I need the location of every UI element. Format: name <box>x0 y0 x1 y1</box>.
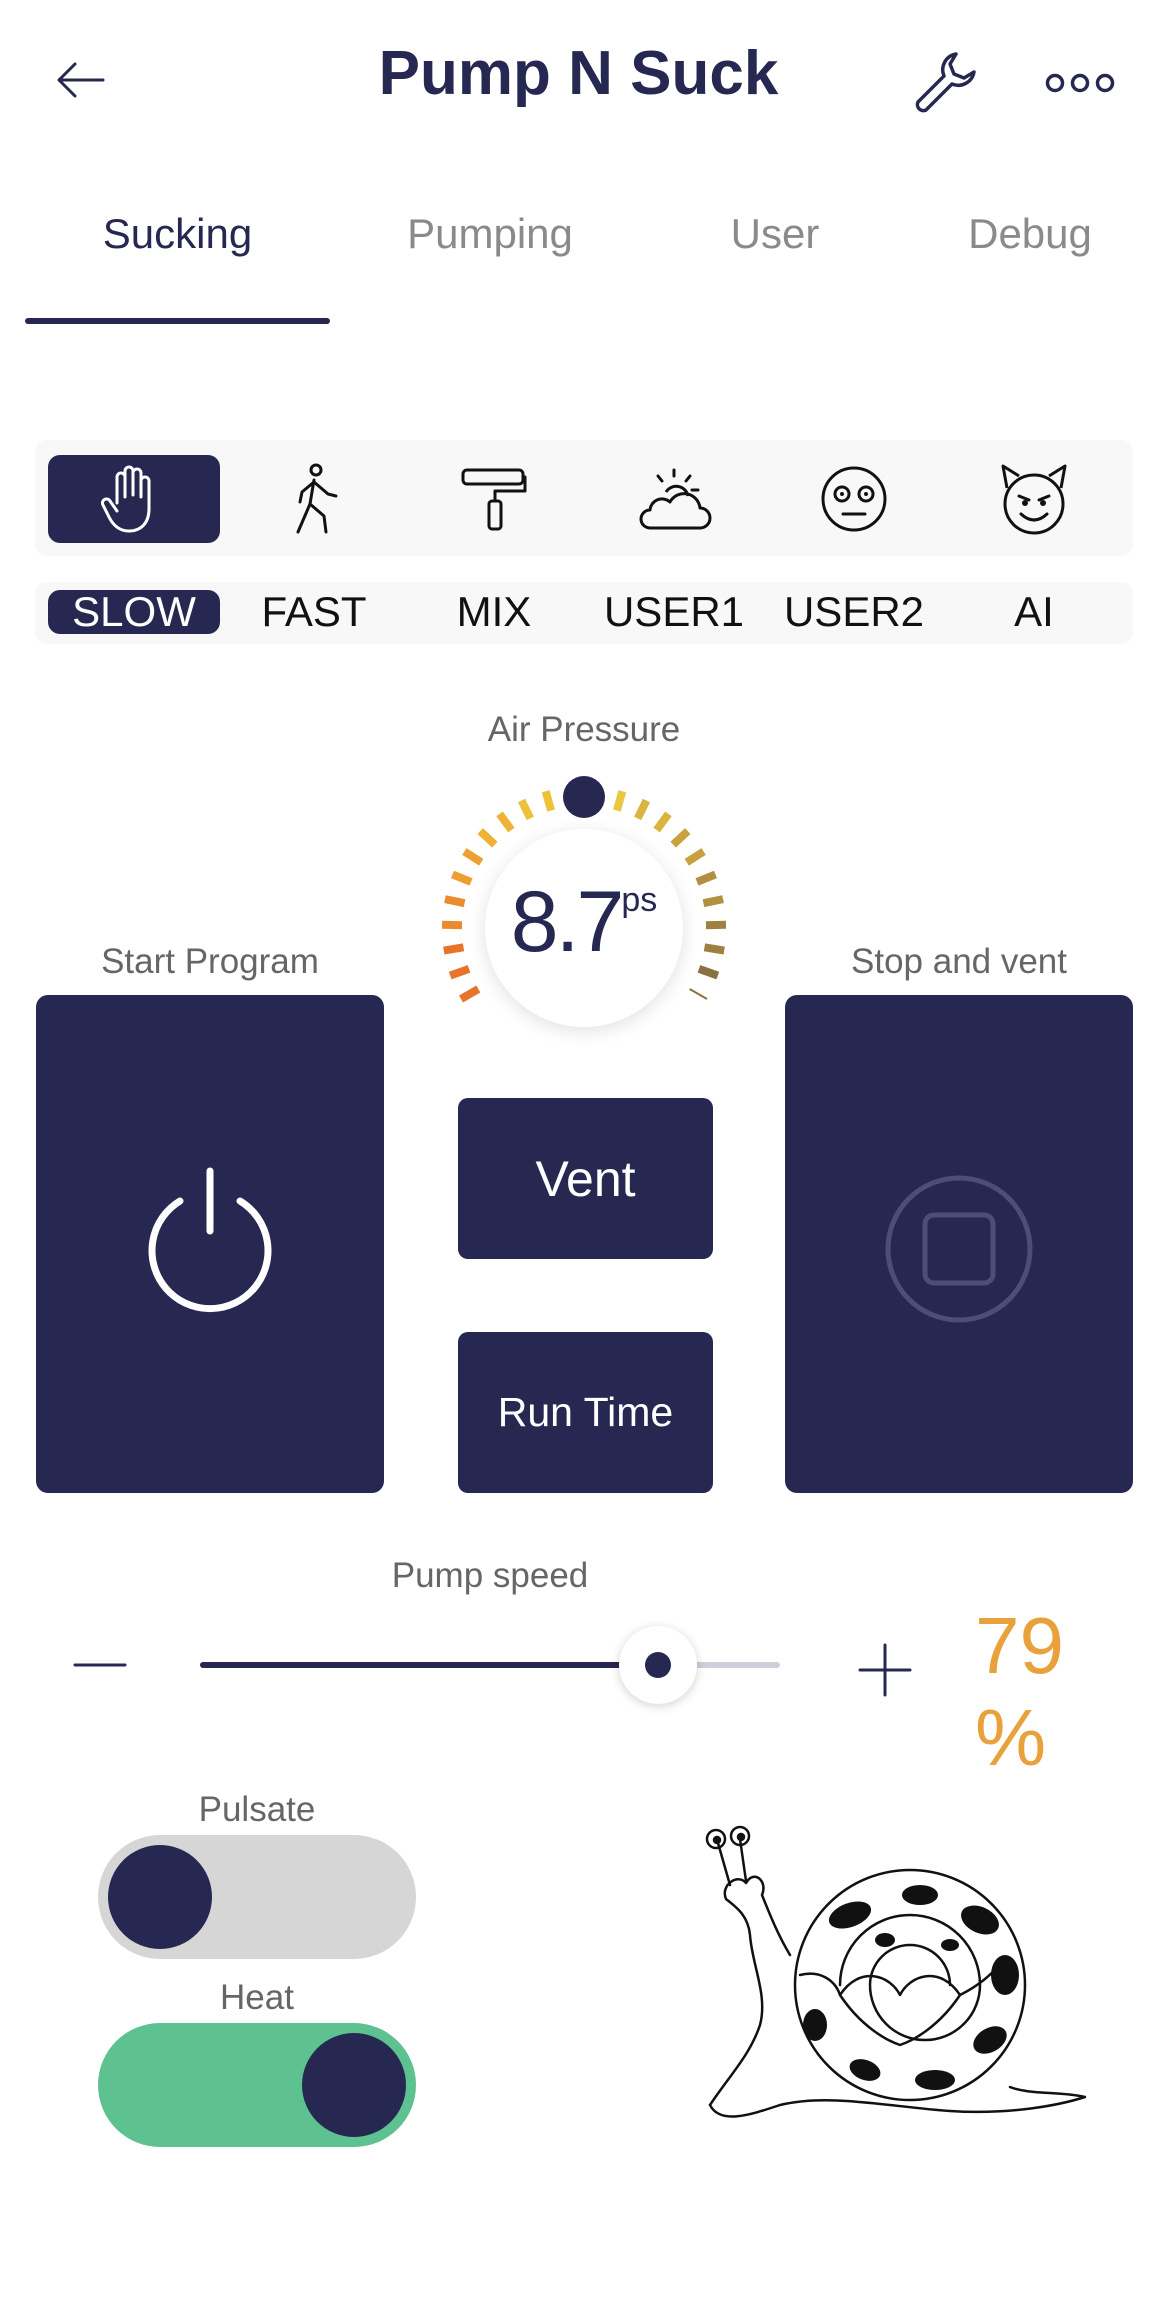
slider-fill <box>200 1662 659 1668</box>
mode-fast-button[interactable] <box>228 455 400 543</box>
increase-speed-button[interactable] <box>845 1630 925 1710</box>
mode-label-mix[interactable]: MIX <box>408 590 580 634</box>
mode-label-user1[interactable]: USER1 <box>588 590 760 634</box>
more-options-button[interactable] <box>1035 38 1125 128</box>
pulsate-label: Pulsate <box>198 1790 316 1829</box>
gauge-tick <box>496 811 515 833</box>
heat-toggle-knob <box>302 2033 406 2137</box>
stop-and-vent-button[interactable] <box>785 995 1133 1493</box>
start-program-label: Start Program <box>101 942 319 981</box>
gauge-needle-knob <box>563 776 605 818</box>
mode-label-fast[interactable]: FAST <box>228 590 400 634</box>
pulsate-toggle[interactable] <box>98 1835 416 1959</box>
tab-sucking[interactable]: Sucking <box>25 210 330 258</box>
start-program-button[interactable] <box>36 995 384 1493</box>
paint-roller-icon <box>461 468 527 531</box>
mode-mix-button[interactable] <box>408 455 580 543</box>
settings-button[interactable] <box>900 38 990 128</box>
air-pressure-label: Air Pressure <box>487 710 681 749</box>
gauge-tick <box>613 790 627 812</box>
vent-button[interactable]: Vent <box>458 1098 713 1259</box>
gauge-tick <box>653 811 672 833</box>
air-pressure-unit: ps <box>621 881 658 919</box>
air-pressure-value: 8.7 <box>510 874 625 970</box>
gauge-tick <box>459 985 481 1003</box>
run-time-button[interactable]: Run Time <box>458 1332 713 1493</box>
walking-person-icon <box>296 463 338 534</box>
gauge-tick <box>689 988 708 1000</box>
tab-debug[interactable]: Debug <box>940 210 1120 258</box>
pulsate-toggle-knob <box>108 1845 212 1949</box>
gauge-tick <box>634 798 651 821</box>
heat-toggle[interactable] <box>98 2023 416 2147</box>
pump-speed-label: Pump speed <box>391 1556 589 1595</box>
gauge-tick <box>477 828 498 848</box>
mode-user2-button[interactable] <box>768 455 940 543</box>
mode-user1-button[interactable] <box>588 455 760 543</box>
slider-thumb[interactable] <box>619 1626 698 1704</box>
stop-icon <box>885 1175 1033 1323</box>
flushed-face-icon <box>821 466 887 532</box>
heat-label: Heat <box>220 1978 294 2017</box>
mode-label-slow[interactable]: SLOW <box>48 590 220 634</box>
gauge-tick <box>517 798 534 821</box>
wrench-icon <box>915 52 976 113</box>
vent-button-label: Vent <box>535 1150 636 1207</box>
gauge-tick <box>670 828 691 848</box>
gauge-tick <box>541 790 555 812</box>
gauge-tick <box>462 848 484 866</box>
stop-and-vent-label: Stop and vent <box>851 942 1067 981</box>
devil-face-icon <box>1001 464 1067 535</box>
mode-slow-button[interactable] <box>48 455 220 543</box>
power-icon <box>148 1167 272 1313</box>
pump-speed-value: 79 % <box>975 1601 1064 1782</box>
snail-illustration <box>705 1825 1087 2118</box>
cloudy-sun-icon <box>639 468 712 530</box>
run-time-button-label: Run Time <box>497 1389 674 1435</box>
decrease-speed-button[interactable] <box>60 1630 140 1700</box>
tab-user[interactable]: User <box>680 210 870 258</box>
mode-label-user2[interactable]: USER2 <box>768 590 940 634</box>
air-pressure-gauge: 8.7ps <box>434 776 734 1078</box>
minus-icon <box>73 1663 127 1667</box>
tab-pumping[interactable]: Pumping <box>370 210 610 258</box>
gauge-tick <box>684 848 706 866</box>
mode-label-ai[interactable]: AI <box>948 590 1120 634</box>
more-dots-icon <box>1045 73 1115 93</box>
mode-ai-button[interactable] <box>948 455 1120 543</box>
hand-icon <box>101 465 151 533</box>
active-tab-indicator <box>25 318 330 324</box>
plus-icon <box>858 1643 912 1697</box>
